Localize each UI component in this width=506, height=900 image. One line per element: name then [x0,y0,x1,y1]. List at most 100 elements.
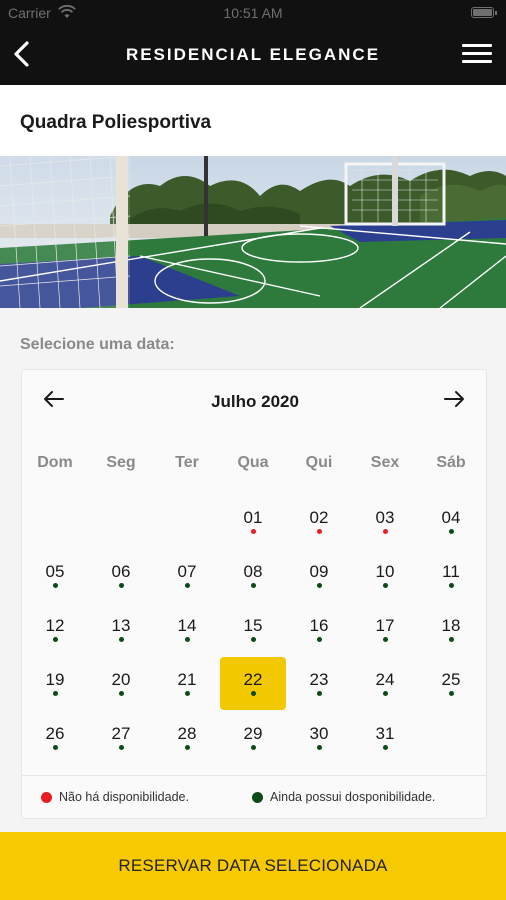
available-dot-icon [53,583,58,588]
menu-button[interactable] [462,44,492,66]
calendar-day[interactable]: 05 [22,556,88,610]
calendar-day-selected[interactable]: 22 [220,657,286,718]
legend-available-text: Ainda possui dosponibilidade. [270,790,436,804]
day-number: 26 [45,724,65,743]
select-date-label: Selecione uma data: [20,336,175,353]
weekday-header: Dom [37,454,73,471]
available-dot-icon [383,745,388,750]
available-dot-icon [119,583,124,588]
calendar-day[interactable]: 04 [418,502,484,556]
calendar-day[interactable]: 26 [22,718,88,772]
day-number: 23 [309,670,329,689]
green-dot-icon [252,791,263,803]
legend-divider [22,775,486,776]
month-label: Julho 2020 [211,392,299,411]
calendar-day[interactable]: 09 [286,556,352,610]
day-number: 29 [243,724,263,743]
day-number: 27 [111,724,131,743]
reserve-date-button[interactable]: RESERVAR DATA SELECIONADA [0,832,506,900]
battery-tip [495,11,497,15]
available-dot-icon [185,637,190,642]
calendar-day[interactable]: 14 [154,610,220,664]
calendar-day[interactable]: 12 [22,610,88,664]
next-month-button[interactable] [437,386,471,412]
calendar-day[interactable]: 29 [220,718,286,772]
calendar-day[interactable]: 17 [352,610,418,664]
status-bar: Carrier 10:51 AM [0,0,506,26]
day-number: 25 [441,670,461,689]
calendar-day[interactable]: 01 [220,502,286,556]
day-number: 06 [111,562,131,581]
day-number: 04 [441,508,461,527]
day-number: 17 [375,616,395,635]
calendar-day[interactable]: 11 [418,556,484,610]
day-number: 05 [45,562,65,581]
day-number: 19 [45,670,65,689]
day-number: 10 [375,562,395,581]
available-dot-icon [251,637,256,642]
calendar-day[interactable]: 20 [88,664,154,718]
calendar-day[interactable]: 23 [286,664,352,718]
court-photo [0,156,506,308]
calendar-day[interactable]: 19 [22,664,88,718]
legend-unavailable-text: Não há disponibilidade. [59,790,189,804]
clock: 10:51 AM [223,5,283,21]
day-number: 03 [375,508,395,527]
day-number: 13 [111,616,131,635]
calendar-day[interactable]: 07 [154,556,220,610]
calendar-day[interactable]: 02 [286,502,352,556]
arrow-right-icon [444,391,464,407]
calendar-day[interactable]: 06 [88,556,154,610]
day-number: 11 [442,562,460,581]
available-dot-icon [383,583,388,588]
app-title: RESIDENCIAL ELEGANCE [125,45,381,64]
calendar-day[interactable]: 24 [352,664,418,718]
available-dot-icon [317,745,322,750]
court-illustration [0,156,506,308]
available-dot-icon [53,691,58,696]
weekday-header: Sáb [436,454,466,471]
day-number: 15 [243,616,263,635]
calendar-day[interactable]: 16 [286,610,352,664]
calendar-day[interactable]: 18 [418,610,484,664]
day-number: 08 [243,562,263,581]
page-title-band: Quadra Poliesportiva [0,85,506,156]
day-number: 12 [45,616,65,635]
available-dot-icon [251,691,256,696]
day-number: 28 [177,724,197,743]
weekday-header: Seg [106,454,136,471]
legend-unavailable: Não há disponibilidade. [41,790,189,804]
unavailable-dot-icon [251,529,256,534]
calendar-day[interactable]: 28 [154,718,220,772]
available-dot-icon [449,691,454,696]
unavailable-dot-icon [317,529,322,534]
available-dot-icon [119,691,124,696]
calendar-day[interactable]: 15 [220,610,286,664]
day-number: 30 [309,724,329,743]
calendar-day[interactable]: 25 [418,664,484,718]
day-number: 07 [177,562,197,581]
calendar: Julho 2020 Dom Seg Ter Qua Qui Sex Sáb 0… [21,369,487,819]
calendar-day[interactable]: 31 [352,718,418,772]
page-title: Quadra Poliesportiva [20,112,212,133]
available-dot-icon [317,583,322,588]
day-number: 09 [309,562,329,581]
available-dot-icon [449,637,454,642]
calendar-day[interactable]: 08 [220,556,286,610]
reserve-date-label: RESERVAR DATA SELECIONADA [118,856,388,875]
available-dot-icon [119,745,124,750]
available-dot-icon [317,637,322,642]
calendar-day[interactable]: 10 [352,556,418,610]
calendar-day[interactable]: 30 [286,718,352,772]
calendar-day[interactable]: 27 [88,718,154,772]
available-dot-icon [185,745,190,750]
day-number: 24 [375,670,395,689]
legend-available: Ainda possui dosponibilidade. [252,790,435,804]
day-number: 16 [309,616,329,635]
available-dot-icon [251,745,256,750]
calendar-day[interactable]: 13 [88,610,154,664]
day-number: 31 [375,724,395,743]
calendar-day[interactable]: 03 [352,502,418,556]
available-dot-icon [119,637,124,642]
calendar-day[interactable]: 21 [154,664,220,718]
